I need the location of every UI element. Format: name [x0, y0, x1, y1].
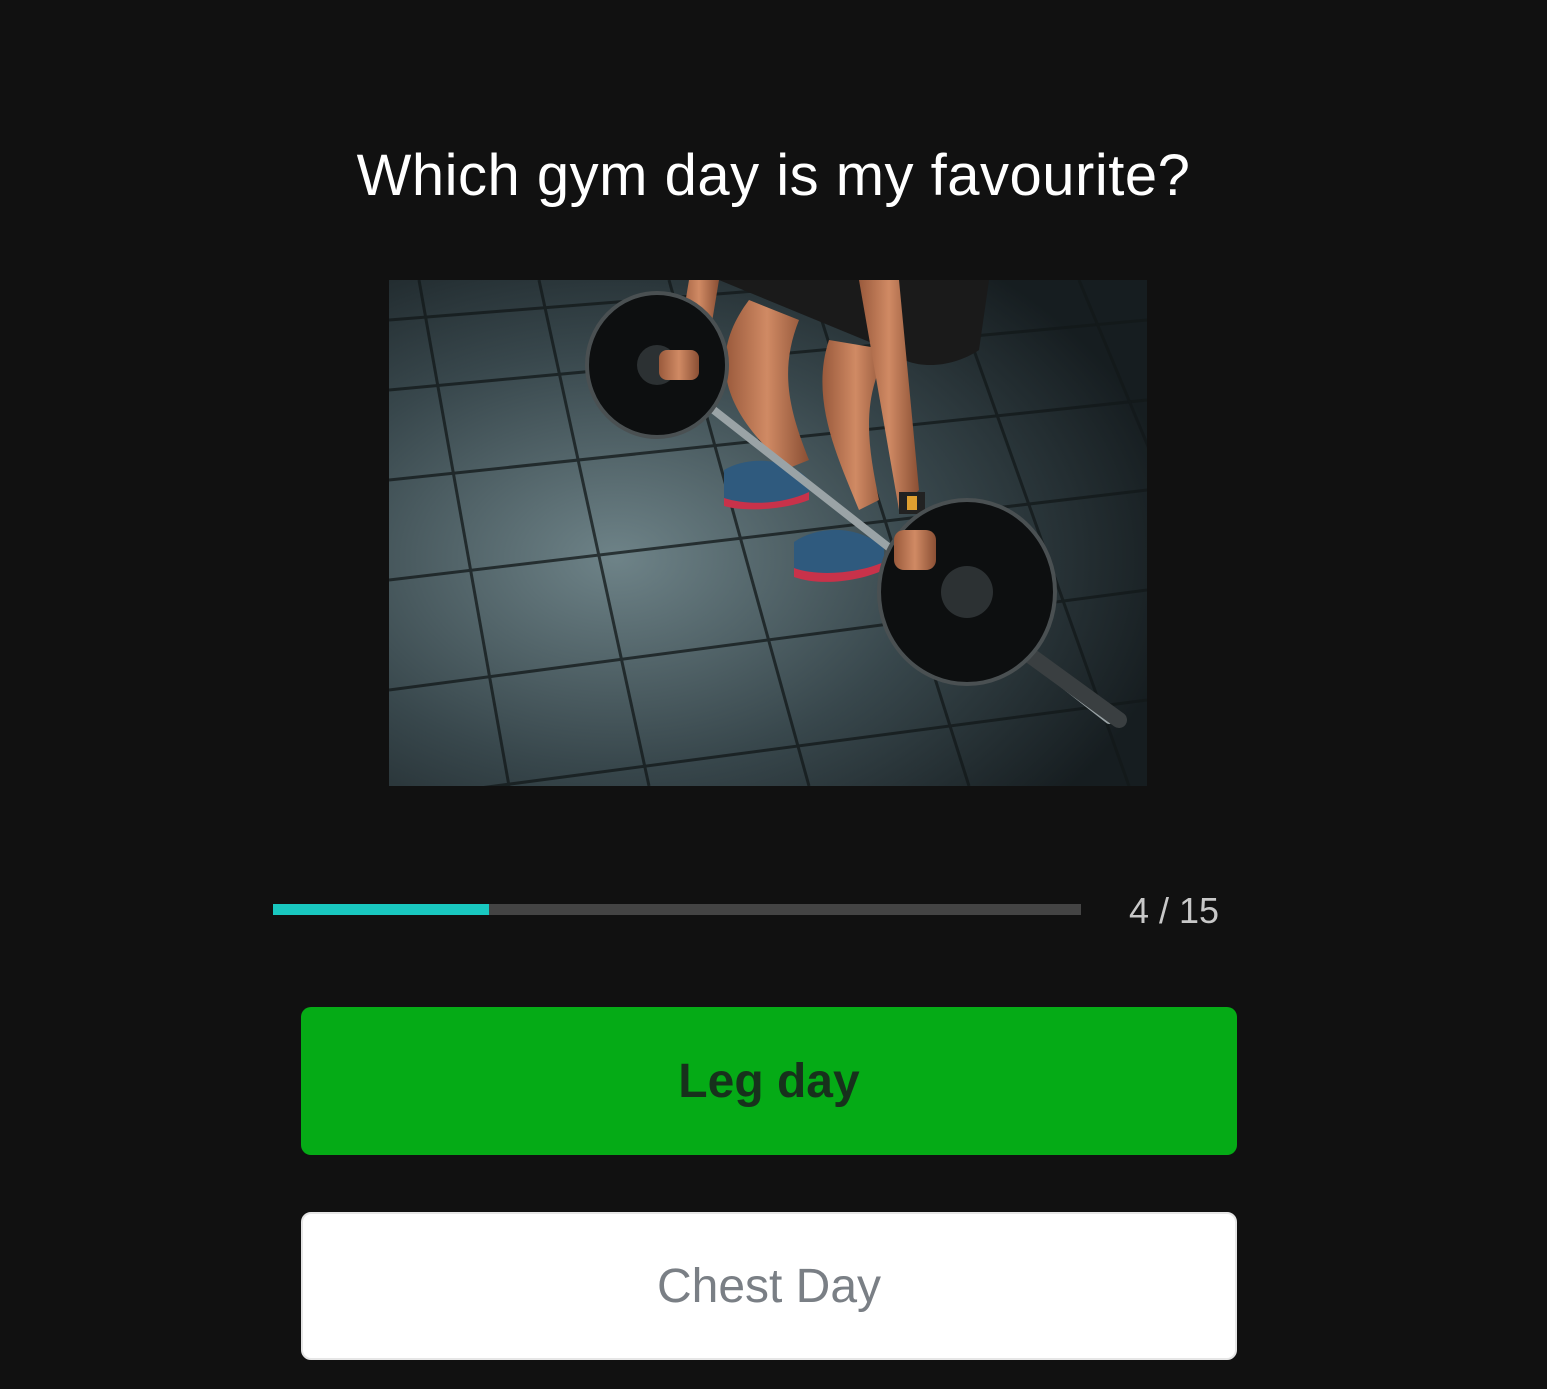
progress-bar-fill [273, 904, 489, 915]
answer-option-label: Chest Day [656, 1259, 882, 1313]
progress-counter: 4 / 15 [1128, 890, 1220, 931]
answer-option-leg-day[interactable]: Leg day [301, 1007, 1237, 1155]
answer-option-chest-day[interactable]: Chest Day [301, 1212, 1237, 1360]
answer-option-label: Leg day [678, 1054, 860, 1108]
question-image [389, 280, 1147, 786]
question-title: Which gym day is my favourite? [356, 143, 1191, 208]
progress-bar [273, 904, 1081, 915]
